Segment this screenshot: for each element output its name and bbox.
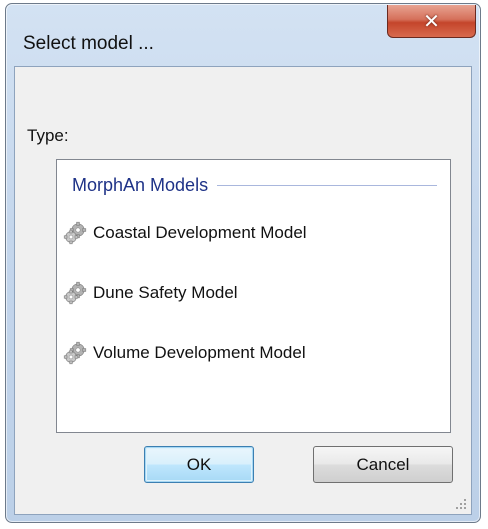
model-type-list[interactable]: MorphAn Models Coastal Development Model… bbox=[56, 159, 451, 433]
list-item-coastal-development-model[interactable]: Coastal Development Model bbox=[63, 219, 307, 247]
gear-icon bbox=[63, 221, 87, 245]
list-item-label: Volume Development Model bbox=[93, 343, 306, 362]
group-title: MorphAn Models bbox=[72, 174, 209, 195]
resize-grip-icon[interactable] bbox=[455, 498, 467, 510]
gear-icon bbox=[63, 341, 87, 365]
type-label: Type: bbox=[27, 126, 69, 145]
list-item-volume-development-model[interactable]: Volume Development Model bbox=[63, 339, 306, 367]
gear-icon bbox=[63, 281, 87, 305]
dialog-body: Type: MorphAn Models Coastal Development… bbox=[14, 66, 472, 515]
list-item-label: Coastal Development Model bbox=[93, 223, 307, 242]
ok-button[interactable]: OK bbox=[144, 446, 254, 483]
cancel-button[interactable]: Cancel bbox=[313, 446, 453, 483]
title-bar[interactable]: Select model ... ✕ bbox=[6, 4, 480, 60]
dialog-title: Select model ... bbox=[23, 33, 154, 54]
list-item-dune-safety-model[interactable]: Dune Safety Model bbox=[63, 279, 238, 307]
list-item-label: Dune Safety Model bbox=[93, 283, 238, 302]
select-model-dialog: Select model ... ✕ Type: MorphAn Models … bbox=[5, 3, 481, 523]
close-icon: ✕ bbox=[423, 9, 440, 33]
group-header: MorphAn Models bbox=[72, 173, 437, 197]
group-divider bbox=[217, 184, 437, 186]
close-button[interactable]: ✕ bbox=[387, 5, 476, 38]
